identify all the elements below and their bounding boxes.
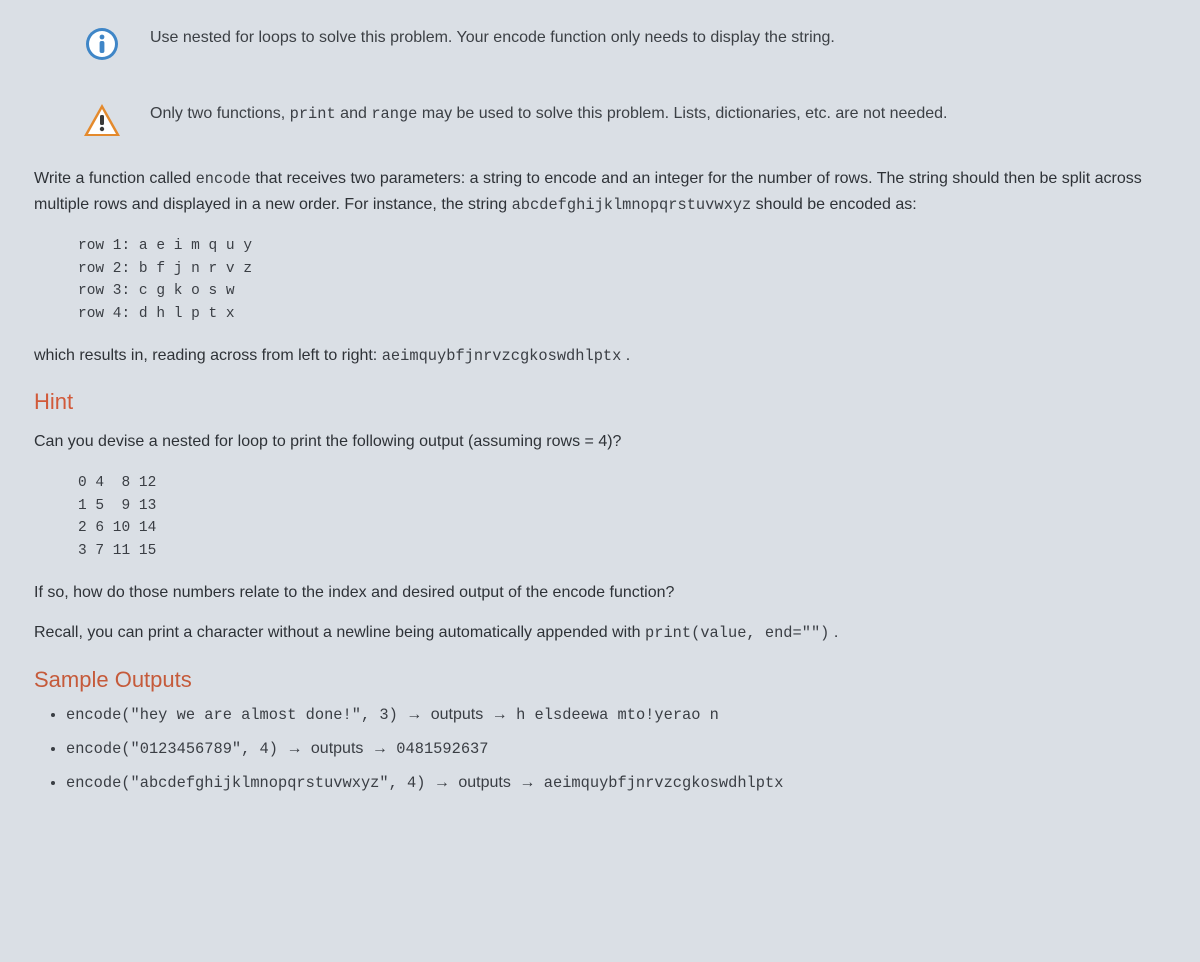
hint-question: Can you devise a nested for loop to prin… bbox=[34, 429, 1166, 455]
arrow-icon: → bbox=[368, 737, 392, 761]
rows-grid: row 1: a e i m q u y row 2: b f j n r v … bbox=[78, 235, 1166, 325]
sample-out-label: outputs bbox=[458, 774, 510, 791]
sample-out-label: outputs bbox=[431, 706, 483, 723]
code-alphabet: abcdefghijklmnopqrstuvwxyz bbox=[512, 196, 752, 214]
sample-call: encode("0123456789", 4) bbox=[66, 740, 278, 758]
result-paragraph: which results in, reading across from le… bbox=[34, 343, 1166, 369]
result-code: aeimquybfjnrvzcgkoswdhlptx bbox=[382, 347, 622, 365]
arrow-icon: → bbox=[515, 771, 539, 795]
warning-text-post: may be used to solve this problem. Lists… bbox=[417, 105, 947, 122]
code-print-end: print(value, end="") bbox=[645, 624, 829, 642]
sample-item: encode("hey we are almost done!", 3) → o… bbox=[66, 703, 1166, 727]
sample-output: h elsdeewa mto!yerao n bbox=[516, 706, 719, 724]
code-print: print bbox=[290, 105, 336, 123]
info-icon bbox=[78, 26, 126, 62]
warning-icon bbox=[78, 102, 126, 138]
sample-item: encode("0123456789", 4) → outputs → 0481… bbox=[66, 737, 1166, 761]
sample-out-label: outputs bbox=[311, 740, 363, 757]
arrow-icon: → bbox=[430, 771, 454, 795]
sample-call: encode("hey we are almost done!", 3) bbox=[66, 706, 398, 724]
warning-text-mid: and bbox=[336, 105, 372, 122]
document-page: Use nested for loops to solve this probl… bbox=[0, 0, 1200, 835]
index-grid: 0 4 8 12 1 5 9 13 2 6 10 14 3 7 11 15 bbox=[78, 472, 1166, 562]
arrow-icon: → bbox=[402, 703, 426, 727]
arrow-icon: → bbox=[282, 737, 306, 761]
info-text: Use nested for loops to solve this probl… bbox=[150, 24, 1160, 49]
hint-p3-post: . bbox=[829, 624, 838, 641]
sample-list: encode("hey we are almost done!", 3) → o… bbox=[34, 703, 1166, 795]
hint-p3: Recall, you can print a character withou… bbox=[34, 620, 1166, 646]
warning-text: Only two functions, print and range may … bbox=[150, 100, 1160, 125]
sample-call: encode("abcdefghijklmnopqrstuvwxyz", 4) bbox=[66, 774, 425, 792]
code-range: range bbox=[371, 105, 417, 123]
arrow-icon: → bbox=[488, 703, 512, 727]
sample-output: 0481592637 bbox=[396, 740, 488, 758]
hint-p3-pre: Recall, you can print a character withou… bbox=[34, 624, 645, 641]
sample-output: aeimquybfjnrvzcgkoswdhlptx bbox=[544, 774, 784, 792]
sample-heading: Sample Outputs bbox=[34, 667, 1166, 693]
hint-p2: If so, how do those numbers relate to th… bbox=[34, 580, 1166, 606]
result-post: . bbox=[621, 347, 630, 364]
info-callout: Use nested for loops to solve this probl… bbox=[34, 10, 1166, 76]
result-pre: which results in, reading across from le… bbox=[34, 347, 382, 364]
hint-heading: Hint bbox=[34, 389, 1166, 415]
code-encode: encode bbox=[196, 170, 251, 188]
intro-pre: Write a function called bbox=[34, 170, 196, 187]
warning-text-pre: Only two functions, bbox=[150, 105, 290, 122]
warning-callout: Only two functions, print and range may … bbox=[34, 86, 1166, 152]
intro-tail: should be encoded as: bbox=[751, 196, 916, 213]
intro-paragraph: Write a function called encode that rece… bbox=[34, 166, 1166, 217]
sample-item: encode("abcdefghijklmnopqrstuvwxyz", 4) … bbox=[66, 771, 1166, 795]
